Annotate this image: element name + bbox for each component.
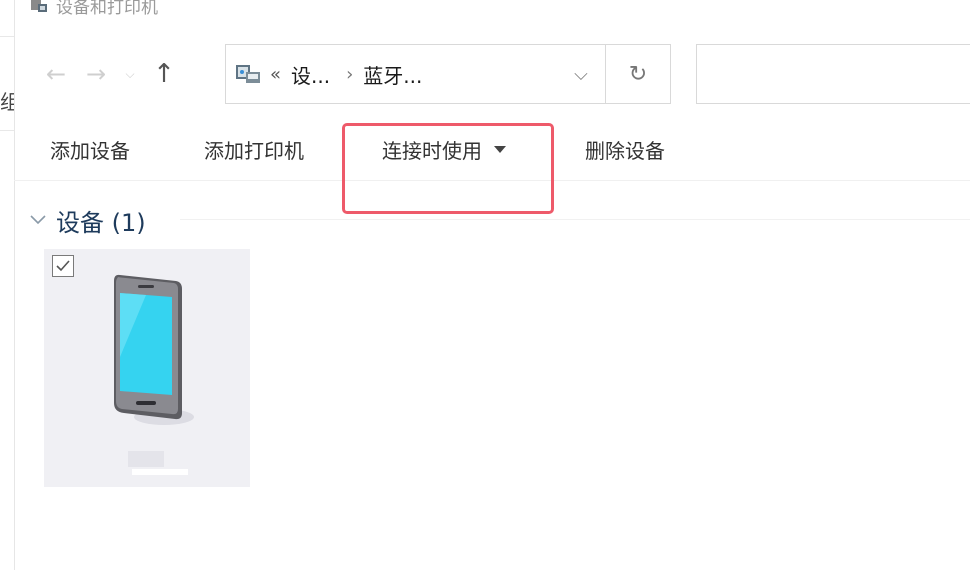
group-title: 设备 (1) [56,208,146,237]
remove-device-button[interactable]: 删除设备 [585,118,665,180]
breadcrumb-separator-icon: › [346,63,354,85]
recent-locations-button[interactable]: ⌵ [116,46,144,102]
address-bar[interactable]: « 设... › 蓝牙... ⌵ ↻ [225,44,671,104]
left-pane-divider [0,36,14,37]
address-dropdown-chevron-icon[interactable]: ⌵ [558,45,604,103]
back-button[interactable]: ← [36,46,76,102]
command-bar: 添加设备 添加打印机 连接时使用 删除设备 [14,118,970,181]
use-on-connect-button[interactable]: 连接时使用 [382,118,506,180]
caret-down-icon [494,145,506,153]
device-group-header[interactable]: 设备 (1) [28,200,146,240]
control-panel-icon [234,62,262,86]
chevron-down-icon[interactable] [28,210,48,230]
add-printer-button[interactable]: 添加打印机 [204,118,304,180]
device-checkbox[interactable] [52,255,74,277]
left-pane-divider [0,130,14,131]
window-title: 设备和打印机 [56,0,158,18]
use-on-connect-label: 连接时使用 [382,138,482,163]
up-button[interactable]: ↑ [144,46,184,102]
forward-button[interactable]: → [76,46,116,102]
refresh-button[interactable]: ↻ [605,45,670,103]
phone-icon [106,267,196,427]
navigation-buttons: ← → ⌵ ↑ [36,46,184,102]
left-pane-strip: 组 [0,0,15,570]
breadcrumb-item-bluetooth[interactable]: 蓝牙... [363,60,422,89]
device-name-redacted [124,449,188,477]
title-bar: 设备和打印机 [30,0,158,18]
breadcrumb-item-settings[interactable]: 设... [291,60,330,89]
devices-printers-icon [30,0,48,13]
left-pane-text-fragment: 组 [0,90,14,114]
add-device-button[interactable]: 添加设备 [50,118,130,180]
search-input[interactable] [696,44,970,104]
group-divider [180,219,970,220]
device-tile[interactable] [44,249,250,487]
breadcrumb-overflow[interactable]: « [270,64,281,85]
